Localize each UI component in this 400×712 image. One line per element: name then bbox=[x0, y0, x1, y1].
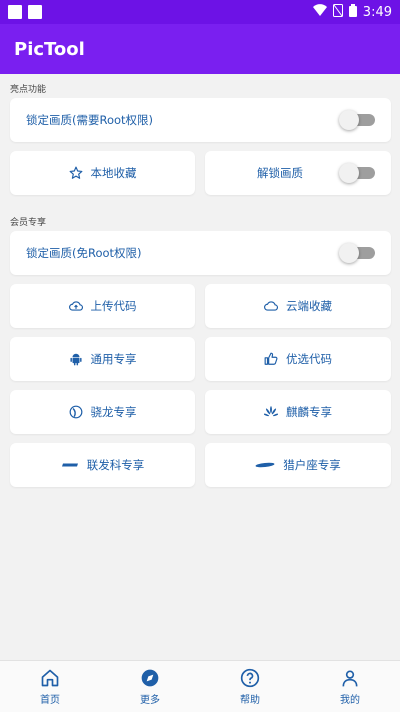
huawei-icon bbox=[264, 405, 278, 419]
upload-code-button[interactable]: 上传代码 bbox=[10, 284, 195, 328]
nav-mine[interactable]: 我的 bbox=[300, 661, 400, 712]
snapdragon-exclusive-label: 骁龙专享 bbox=[90, 405, 137, 419]
unlock-quality-toggle[interactable] bbox=[339, 163, 375, 183]
snapdragon-exclusive-button[interactable]: 骁龙专享 bbox=[10, 390, 195, 434]
nav-home[interactable]: 首页 bbox=[0, 661, 100, 712]
nav-help[interactable]: 帮助 bbox=[200, 661, 300, 712]
notification-icon bbox=[28, 5, 42, 19]
nav-more[interactable]: 更多 bbox=[100, 661, 200, 712]
lock-quality-root-card[interactable]: 锁定画质(需要Root权限) bbox=[10, 98, 391, 142]
nav-more-label: 更多 bbox=[140, 694, 160, 706]
nav-mine-label: 我的 bbox=[340, 694, 360, 706]
general-exclusive-button[interactable]: 通用专享 bbox=[10, 337, 195, 381]
clock: 3:49 bbox=[362, 4, 392, 20]
exynos-exclusive-button[interactable]: 猎户座专享 bbox=[205, 443, 391, 487]
selected-code-button[interactable]: 优选代码 bbox=[205, 337, 391, 381]
notification-icons bbox=[8, 5, 42, 19]
lock-quality-no-root-label: 锁定画质(免Root权限) bbox=[26, 246, 142, 260]
app-title: PicTool bbox=[14, 38, 85, 60]
snapdragon-icon bbox=[69, 405, 83, 419]
star-icon bbox=[69, 166, 83, 180]
general-exclusive-label: 通用专享 bbox=[90, 352, 137, 366]
cloud-icon bbox=[264, 299, 278, 313]
upload-code-label: 上传代码 bbox=[90, 299, 137, 313]
exynos-exclusive-label: 猎户座专享 bbox=[283, 458, 341, 472]
wifi-icon bbox=[312, 4, 327, 20]
selected-code-label: 优选代码 bbox=[286, 352, 332, 366]
nav-help-label: 帮助 bbox=[240, 694, 260, 706]
mediatek-exclusive-label: 联发科专享 bbox=[86, 458, 145, 472]
user-icon bbox=[342, 670, 358, 686]
cloud-favorites-label: 云端收藏 bbox=[286, 299, 332, 313]
lock-quality-no-root-toggle[interactable] bbox=[339, 243, 375, 263]
samsung-logo-icon bbox=[255, 458, 275, 472]
bottom-navigation: 首页 更多 帮助 我的 bbox=[0, 660, 400, 712]
kirin-exclusive-label: 麒麟专享 bbox=[286, 405, 332, 419]
lock-quality-no-root-card[interactable]: 锁定画质(免Root权限) bbox=[10, 231, 391, 275]
help-icon bbox=[240, 668, 260, 687]
status-bar: 3:49 bbox=[0, 0, 400, 24]
local-favorites-button[interactable]: 本地收藏 bbox=[10, 151, 195, 195]
local-favorites-label: 本地收藏 bbox=[90, 166, 137, 180]
android-icon bbox=[69, 352, 83, 366]
battery-icon bbox=[348, 3, 357, 21]
mediatek-logo-icon bbox=[61, 458, 79, 472]
no-sim-icon bbox=[332, 3, 343, 21]
notification-icon bbox=[8, 5, 22, 19]
nav-home-label: 首页 bbox=[40, 694, 60, 706]
unlock-quality-card[interactable]: 解锁画质 bbox=[205, 151, 391, 195]
home-icon bbox=[41, 669, 59, 686]
kirin-exclusive-button[interactable]: 麒麟专享 bbox=[205, 390, 391, 434]
thumbs-up-icon bbox=[264, 352, 278, 366]
cloud-favorites-button[interactable]: 云端收藏 bbox=[205, 284, 391, 328]
compass-icon bbox=[141, 669, 159, 686]
section-label-member: 会员专享 bbox=[10, 218, 47, 228]
section-label-highlights: 亮点功能 bbox=[10, 85, 47, 95]
lock-quality-root-toggle[interactable] bbox=[339, 110, 375, 130]
system-status: 3:49 bbox=[312, 3, 392, 21]
unlock-quality-label: 解锁画质 bbox=[257, 166, 303, 180]
app-bar: PicTool bbox=[0, 24, 400, 74]
cloud-upload-icon bbox=[68, 299, 83, 313]
lock-quality-root-label: 锁定画质(需要Root权限) bbox=[26, 113, 154, 127]
mediatek-exclusive-button[interactable]: 联发科专享 bbox=[10, 443, 195, 487]
